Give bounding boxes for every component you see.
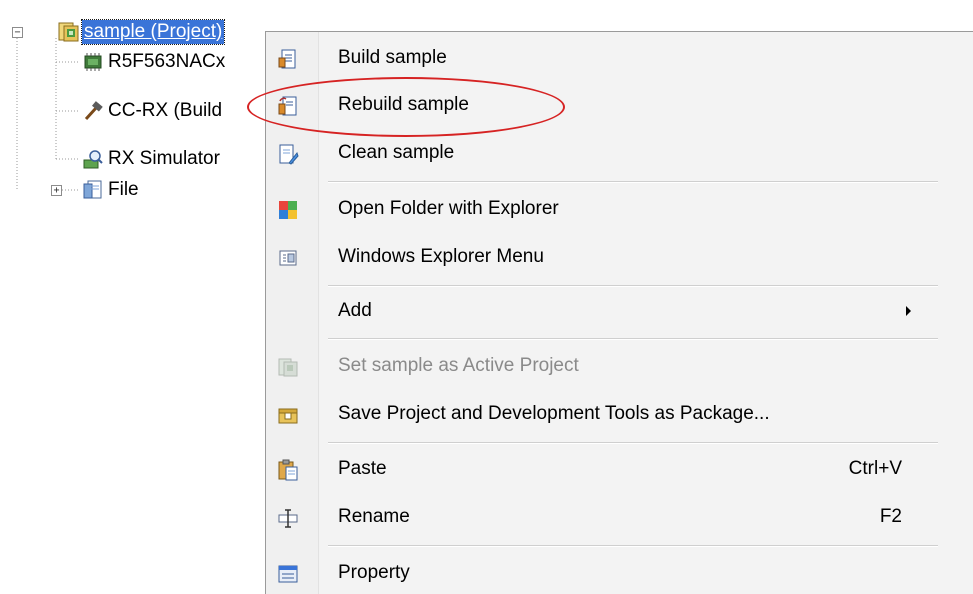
menu-item-label: Build sample	[338, 47, 447, 68]
menu-item-save-package[interactable]: Save Project and Development Tools as Pa…	[266, 393, 973, 437]
file-expand-toggle[interactable]: +	[51, 185, 62, 196]
menu-item-clean[interactable]: Clean sample	[266, 132, 973, 176]
menu-separator	[328, 338, 938, 340]
hammer-build-tool-icon	[82, 100, 104, 122]
menu-item-shortcut: Ctrl+V	[848, 458, 902, 479]
menu-separator	[328, 442, 938, 444]
menu-item-add[interactable]: Add	[266, 290, 973, 334]
menu-item-label: Add	[338, 300, 372, 321]
project-icon	[58, 21, 80, 43]
build-icon	[277, 48, 299, 70]
rebuild-icon	[277, 95, 299, 117]
menu-item-label: Paste	[338, 458, 387, 479]
menu-item-rename[interactable]: Rename F2	[266, 496, 973, 540]
submenu-arrow-icon	[906, 306, 911, 316]
menu-item-label: Open Folder with Explorer	[338, 198, 559, 219]
menu-separator	[328, 285, 938, 287]
tree-node-label: File	[108, 179, 139, 200]
menu-item-label: Property	[338, 562, 410, 583]
tree-node-debug-tool[interactable]: RX Simulator	[82, 146, 222, 172]
tree-node-microcontroller[interactable]: R5F563NACx	[82, 49, 227, 75]
file-node-icon	[82, 179, 104, 201]
menu-item-set-active-project: Set sample as Active Project	[266, 345, 973, 389]
menu-item-open-folder-explorer[interactable]: Open Folder with Explorer	[266, 188, 973, 232]
menu-item-label: Set sample as Active Project	[338, 355, 579, 376]
package-icon	[277, 404, 299, 426]
explorer-menu-icon	[277, 247, 299, 269]
menu-item-paste[interactable]: Paste Ctrl+V	[266, 448, 973, 492]
open-folder-explorer-icon	[277, 199, 299, 221]
tree-node-label: CC-RX (Build	[108, 100, 223, 121]
menu-item-label: Save Project and Development Tools as Pa…	[338, 403, 770, 424]
tree-node-project[interactable]: sample (Project)	[58, 19, 226, 45]
menu-item-property[interactable]: Property	[266, 552, 973, 594]
paste-icon	[277, 459, 299, 481]
debug-tool-simulator-icon	[82, 148, 104, 170]
menu-item-windows-explorer-menu[interactable]: Windows Explorer Menu	[266, 236, 973, 280]
menu-separator	[328, 181, 938, 183]
tree-node-label: R5F563NACx	[108, 51, 226, 72]
menu-item-label: Rename	[338, 506, 410, 527]
menu-item-label: Clean sample	[338, 142, 455, 163]
tree-node-label: RX Simulator	[108, 148, 220, 169]
screenshot-stage: − sample (Project) R5F563NACx CC-RX (Bui…	[0, 0, 973, 594]
menu-item-label: Windows Explorer Menu	[338, 246, 544, 267]
rename-icon	[277, 507, 299, 529]
menu-item-build[interactable]: Build sample	[266, 37, 973, 81]
active-project-icon	[277, 356, 299, 378]
clean-icon	[277, 143, 299, 165]
context-menu: Build sample Rebuild sample Clean sample…	[265, 31, 973, 594]
menu-item-shortcut: F2	[879, 506, 902, 527]
root-collapse-toggle[interactable]: −	[12, 27, 23, 38]
microcontroller-chip-icon	[82, 51, 104, 73]
project-name-label: sample (Project)	[80, 19, 226, 45]
tree-node-file[interactable]: File	[82, 177, 141, 203]
menu-separator	[328, 545, 938, 547]
tree-node-build-tool[interactable]: CC-RX (Build	[82, 98, 224, 124]
property-icon	[277, 563, 299, 585]
menu-item-rebuild[interactable]: Rebuild sample	[266, 84, 973, 128]
menu-item-label: Rebuild sample	[338, 94, 469, 115]
